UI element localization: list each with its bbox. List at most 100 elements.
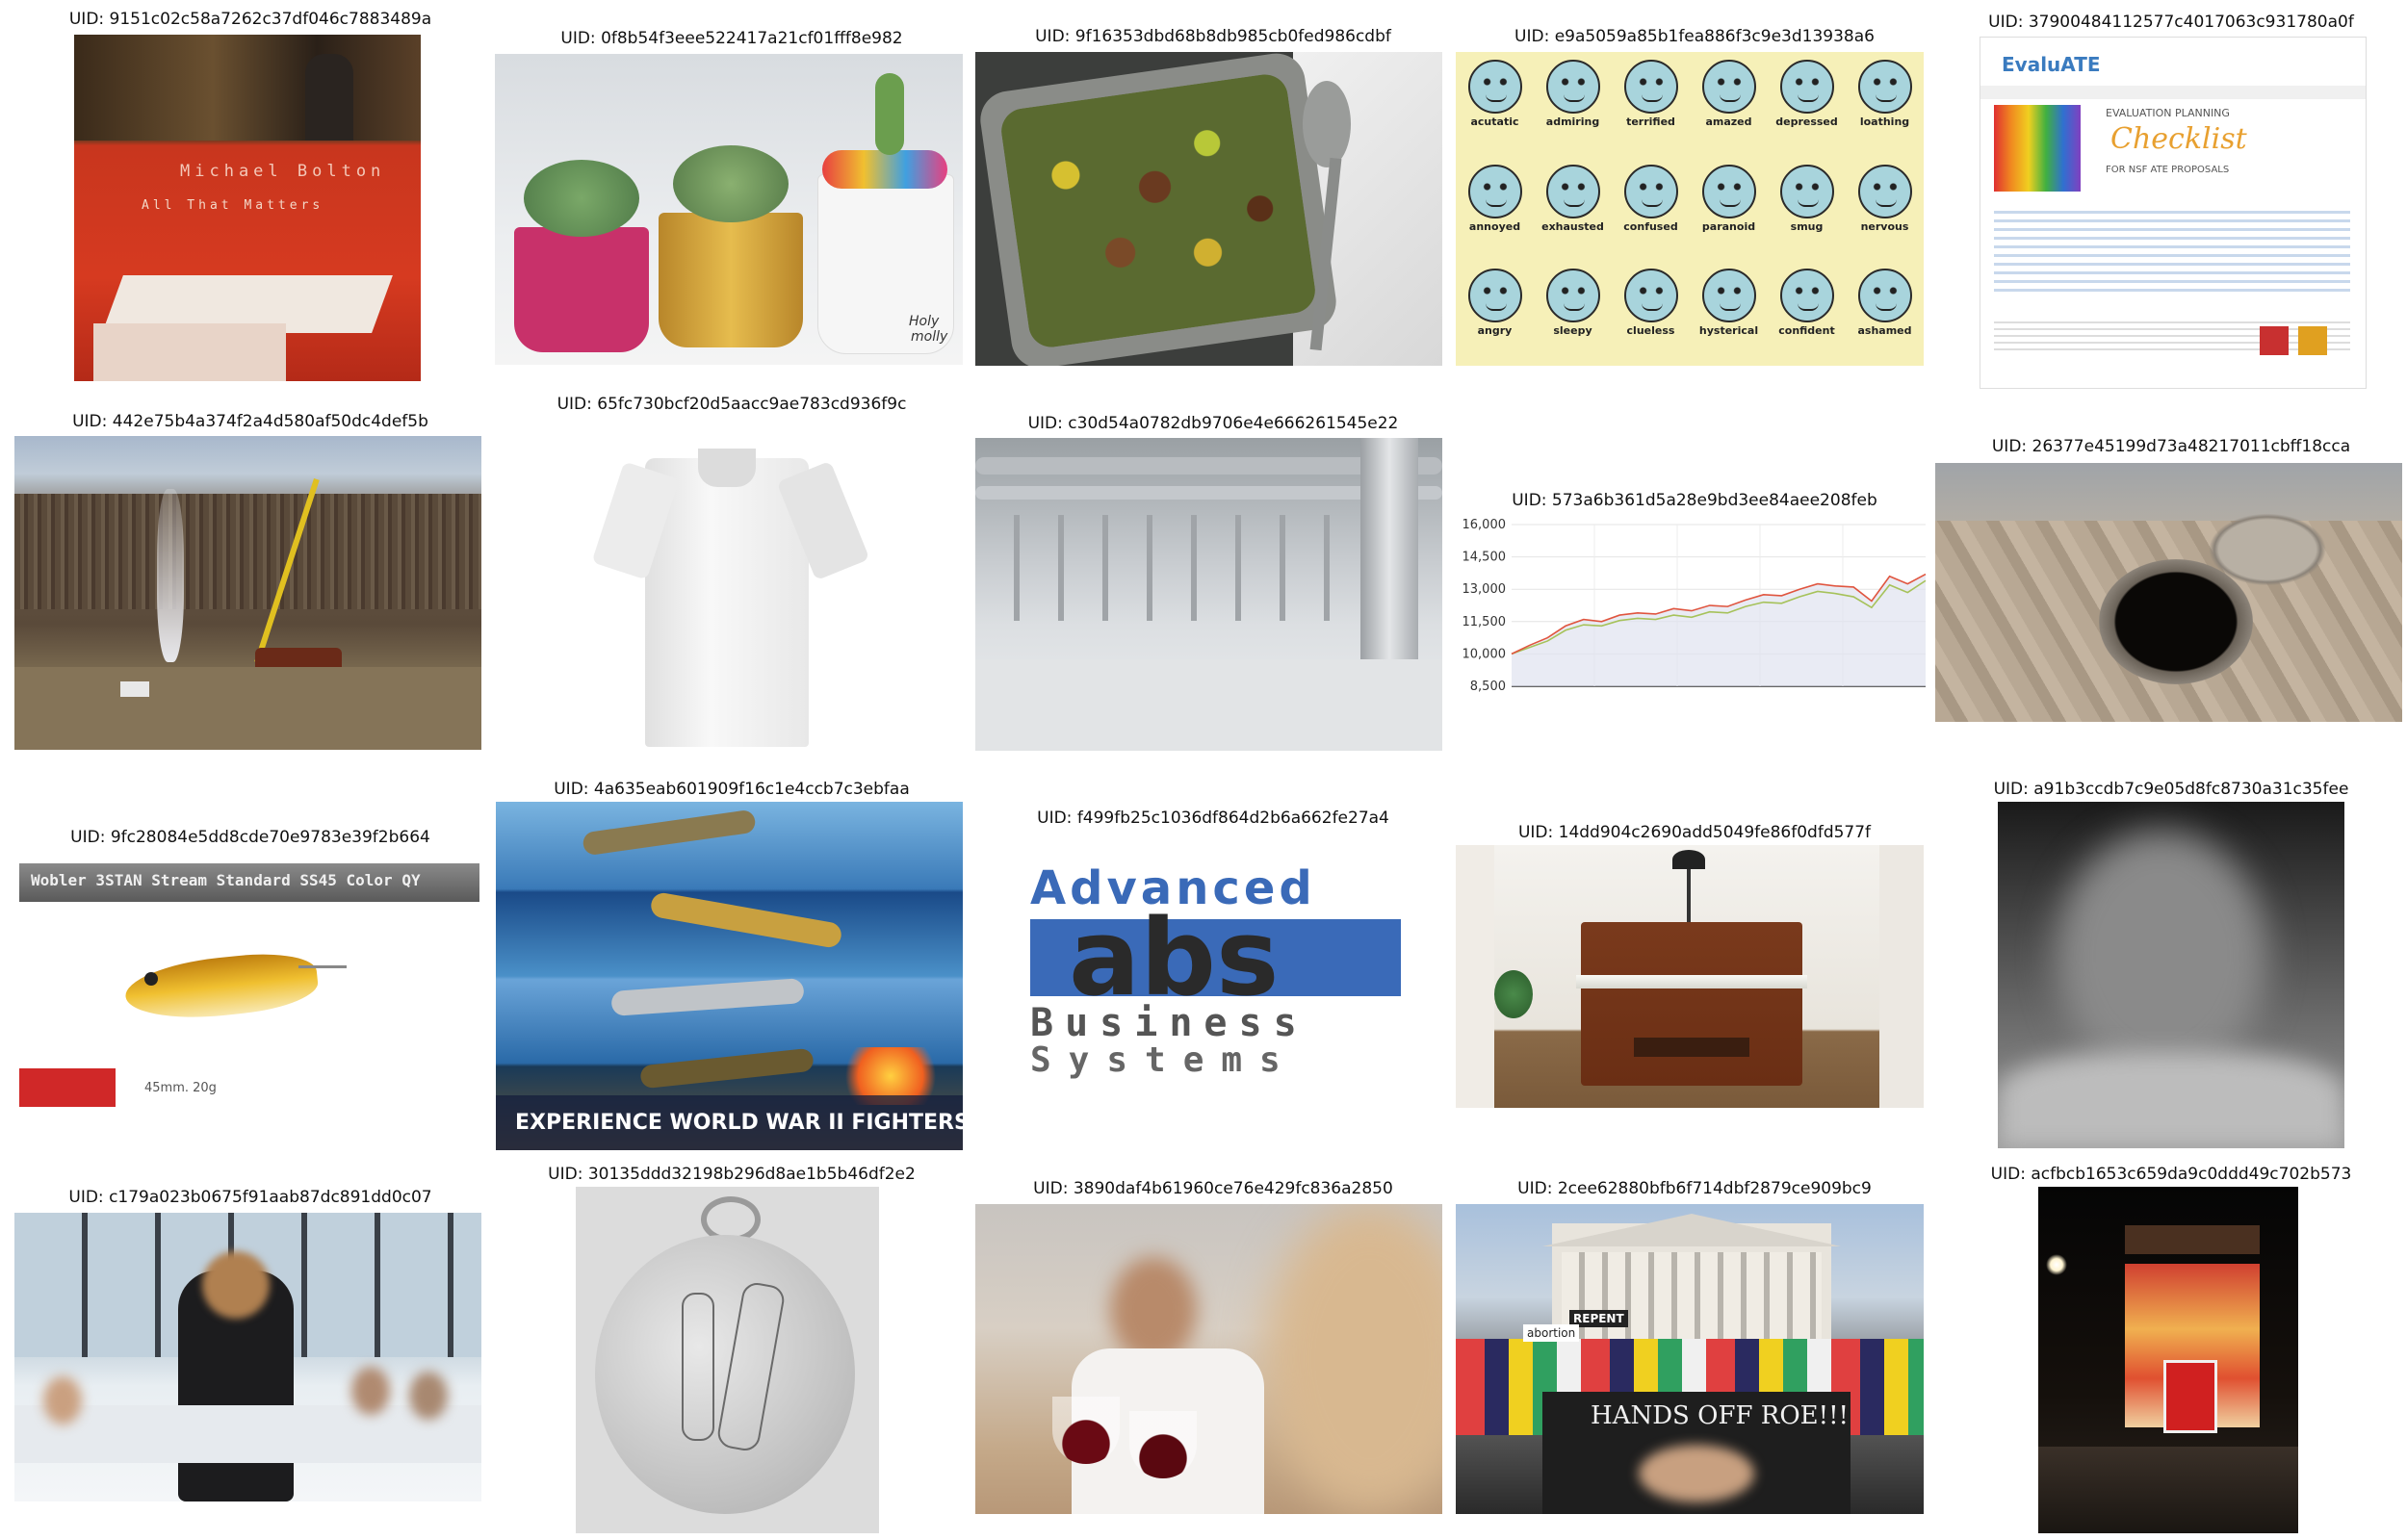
site-subheading-text: FOR NSF ATE PROPOSALS [2106, 165, 2230, 175]
grid-cell-7: UID: 65fc730bcf20d5aacc9ae783cd936f9c [491, 395, 972, 770]
uid-label: UID: 30135ddd32198b296d8ae1b5b46df2e2 [548, 1165, 916, 1184]
website-screenshot-image: EvaluATE EVALUATION PLANNING Checklist F… [1980, 37, 2367, 389]
uid-label: UID: 65fc730bcf20d5aacc9ae783cd936f9c [556, 395, 907, 414]
emotion-label: angry [1477, 324, 1513, 338]
emotion-face [1701, 60, 1756, 114]
y-tick-label: 8,500 [1470, 680, 1506, 694]
uid-label: UID: 37900484112577c4017063c931780a0f [1988, 13, 2354, 32]
site-checklist-text: Checklist [2110, 122, 2247, 156]
construction-site-image [14, 436, 481, 750]
emotion-label: hysterical [1698, 324, 1759, 338]
grid-cell-2: UID: 0f8b54f3eee522417a21cf01fff8e982 Ho… [491, 10, 972, 385]
grid-cell-20: UID: acfbcb1653c659da9c0ddd49c702b573 [1935, 1165, 2407, 1540]
uid-label: UID: 26377e45199d73a48217011cbff18cca [1991, 437, 2351, 456]
grid-cell-1: UID: 9151c02c58a7262c37df046c7883489a Mi… [10, 10, 491, 385]
emotion-face [1701, 269, 1756, 323]
uid-label: UID: f499fb25c1036df864d2b6a662fe27a4 [1037, 808, 1389, 828]
food-dish-image [975, 52, 1442, 366]
grid-cell-9: UID: 573a6b361d5a28e9bd3ee84aee208feb 16… [1454, 395, 1935, 770]
banner-slogan-text: HANDS OFF ROE!!! [1591, 1401, 1849, 1430]
emotion-label: depressed [1775, 116, 1838, 128]
emotion-face [1467, 164, 1522, 218]
uid-label: UID: 9fc28084e5dd8cde70e9783e39f2b664 [70, 828, 430, 847]
emotion-face [1545, 164, 1600, 218]
album-artist-text: Michael Bolton [180, 162, 386, 181]
grid-cell-11: UID: 9fc28084e5dd8cde70e9783e39f2b664 Wo… [10, 780, 491, 1155]
grid-cell-13: UID: f499fb25c1036df864d2b6a662fe27a4 Ad… [972, 780, 1454, 1155]
ww2-fighters-game-banner-image: EXPERIENCE WORLD WAR II FIGHTERS [496, 802, 963, 1150]
grid-cell-3: UID: 9f16353dbd68b8db985cb0fed986cdbf [972, 10, 1454, 385]
logo-abs-text: abs [1069, 896, 1280, 1019]
uid-label: UID: a91b3ccdb7c9e05d8fc8730a31c35fee [1993, 780, 2349, 799]
emotion-faces-chart-image: acutatic admiring terrified amazed depressed… [1456, 52, 1924, 366]
grid-cell-16: UID: c179a023b0675f91aab87dc891dd0c07 [10, 1165, 491, 1540]
emotion-face [1467, 269, 1522, 323]
album-cover-image: Michael Bolton All That Matters [74, 35, 421, 381]
emotion-face [1857, 164, 1912, 218]
succulent-pots-image: Holy molly [495, 54, 963, 365]
logo-systems-text: Systems [1030, 1040, 1298, 1080]
emotion-face [1623, 60, 1678, 114]
emotion-label: paranoid [1701, 219, 1756, 233]
white-polo-shirt-image [587, 420, 876, 766]
grid-cell-17: UID: 30135ddd32198b296d8ae1b5b46df2e2 [491, 1165, 972, 1540]
manhole-image [1935, 463, 2402, 722]
grid-cell-19: UID: 2cee62880bfb6f714dbf2879ce909bc9 RE… [1454, 1165, 1935, 1540]
emotion-face [1779, 164, 1834, 218]
emotion-face [1623, 269, 1678, 323]
abs-logo-image: Advanced abs Business Systems [1001, 852, 1425, 1083]
grid-cell-5: UID: 37900484112577c4017063c931780a0f Ev… [1935, 10, 2407, 389]
emotion-label: ashamed [1857, 324, 1912, 338]
protest-rally-image: REPENT abortion HANDS OFF ROE!!! [1456, 1204, 1924, 1514]
blurred-portrait-image [1998, 802, 2344, 1148]
uid-label: UID: e9a5059a85b1fea886f3c9e3d13938a6 [1514, 27, 1875, 46]
grid-cell-14: UID: 14dd904c2690add5049fe86f0dfd577f [1454, 780, 1935, 1155]
wine-toast-image [975, 1204, 1442, 1514]
emotion-face [1545, 269, 1600, 323]
site-heading-text: EVALUATION PLANNING [2106, 107, 2230, 119]
emotion-label: clueless [1626, 324, 1675, 338]
grid-cell-12: UID: 4a635eab601909f16c1e4ccb7c3ebfaa EX… [491, 780, 972, 1155]
night-street-shop-image [2038, 1187, 2298, 1533]
uid-label: UID: 442e75b4a374f2a4d580af50dc4def5b [72, 412, 428, 431]
uid-label: UID: 14dd904c2690add5049fe86f0dfd577f [1517, 823, 1872, 842]
industrial-hall-image [975, 438, 1442, 751]
fishing-lure-image: Wobler 3STAN Stream Standard SS45 Color … [10, 852, 491, 1121]
emotion-label: exhausted [1541, 219, 1604, 233]
grid-cell-15: UID: a91b3ccdb7c9e05d8fc8730a31c35fee [1935, 780, 2407, 1155]
protest-sign-text-2: abortion [1523, 1324, 1580, 1342]
lure-size-text: 45mm. 20g [144, 1081, 217, 1095]
emotion-face [1857, 60, 1912, 114]
y-tick-label: 16,000 [1462, 518, 1507, 532]
uid-label: UID: acfbcb1653c659da9c0ddd49c702b573 [1990, 1165, 2352, 1184]
upright-piano-image [1456, 845, 1924, 1108]
emotion-face [1857, 269, 1912, 323]
faces-grid: acutatic admiring terrified amazed depressed… [1456, 52, 1924, 366]
y-tick-label: 10,000 [1462, 647, 1507, 661]
uid-label: UID: 3890daf4b61960ce76e429fc836a2850 [1033, 1179, 1393, 1198]
emotion-label: loathing [1859, 116, 1910, 128]
emotion-face [1545, 60, 1600, 114]
uid-label: UID: 573a6b361d5a28e9bd3ee84aee208feb [1512, 491, 1877, 510]
emotion-label: acutatic [1470, 116, 1519, 128]
office-meeting-image [14, 1213, 481, 1502]
y-tick-label: 13,000 [1462, 582, 1507, 597]
y-tick-label: 14,500 [1462, 551, 1507, 565]
emotion-face [1779, 60, 1834, 114]
uid-label: UID: 9f16353dbd68b8db985cb0fed986cdbf [1035, 27, 1391, 46]
grid-cell-4: UID: e9a5059a85b1fea886f3c9e3d13938a6 ac… [1454, 10, 1935, 385]
emotion-label: smug [1790, 219, 1824, 233]
emotion-label: annoyed [1468, 219, 1521, 233]
uid-label: UID: c30d54a0782db9706e4e666261545e22 [1027, 414, 1399, 433]
uid-label: UID: 9151c02c58a7262c37df046c7883489a [68, 10, 432, 29]
pot-brand-text: Holy [909, 314, 940, 329]
emotion-label: confused [1623, 219, 1678, 233]
emotion-face [1779, 269, 1834, 323]
pot-brand-text-2: molly [911, 329, 948, 345]
banner-caption-text: EXPERIENCE WORLD WAR II FIGHTERS [515, 1111, 963, 1135]
emotion-face [1467, 60, 1522, 114]
emotion-label: confident [1778, 324, 1835, 338]
line-chart-image: 16,000 14,500 13,000 11,500 10,000 8,500 [1454, 515, 1935, 698]
grid-cell-18: UID: 3890daf4b61960ce76e429fc836a2850 [972, 1165, 1454, 1540]
emotion-label: terrified [1626, 116, 1675, 128]
